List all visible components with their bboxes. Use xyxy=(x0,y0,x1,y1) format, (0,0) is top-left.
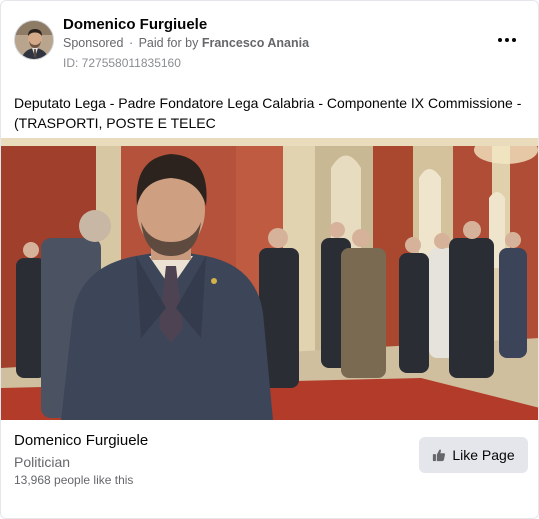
page-avatar[interactable] xyxy=(14,20,54,60)
separator-dot: · xyxy=(125,36,137,50)
ad-header: Domenico Furgiuele Sponsored · Paid for … xyxy=(14,15,525,71)
payer-name: Francesco Anania xyxy=(201,36,310,50)
sponsored-line: Sponsored · Paid for by Francesco Anania xyxy=(63,36,309,50)
more-options-button[interactable] xyxy=(489,27,525,53)
sponsored-label[interactable]: Sponsored xyxy=(63,36,123,50)
ad-photo[interactable] xyxy=(1,138,538,420)
ad-photo-image xyxy=(1,138,538,420)
footer-page-name[interactable]: Domenico Furgiuele xyxy=(14,432,148,449)
post-text: Deputato Lega - Padre Fondatore Lega Cal… xyxy=(14,95,522,131)
like-page-button[interactable]: Like Page xyxy=(419,437,528,473)
more-horizontal-icon xyxy=(498,38,502,42)
page-like-count: 13,968 people like this xyxy=(14,473,134,487)
paid-for-prefix: Paid for by xyxy=(138,36,199,50)
ad-id: ID: 727558011835160 xyxy=(63,56,181,70)
like-page-label: Like Page xyxy=(452,447,515,463)
ad-footer: Domenico Furgiuele Politician 13,968 peo… xyxy=(1,420,538,518)
thumbs-up-icon xyxy=(433,449,446,462)
ad-card: Domenico Furgiuele Sponsored · Paid for … xyxy=(0,0,539,519)
page-category: Politician xyxy=(14,454,71,470)
page-name[interactable]: Domenico Furgiuele xyxy=(63,16,207,33)
avatar-image xyxy=(15,21,53,59)
